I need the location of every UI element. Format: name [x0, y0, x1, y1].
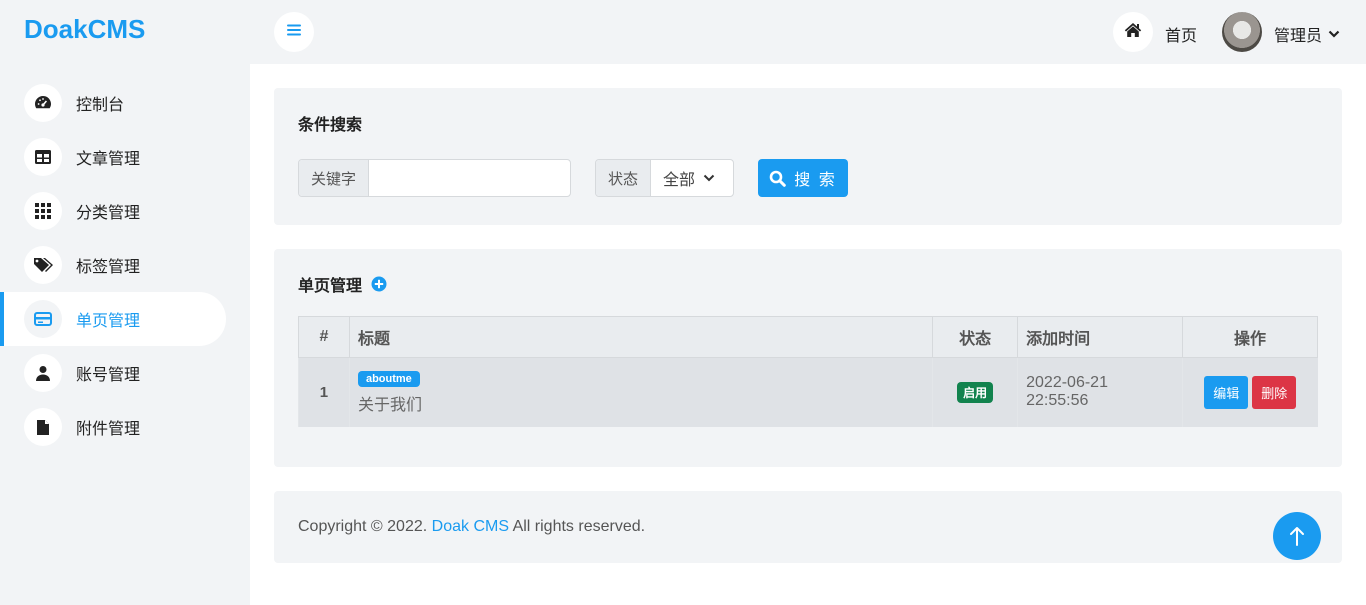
sidebar-item-label: 控制台 [76, 97, 125, 114]
tags-icon [24, 246, 62, 284]
sidebar-item-accounts[interactable]: 账号管理 [0, 346, 250, 400]
sidebar: DoakCMS 控制台 文章管理 分类管理 标签管理 单页管理 账号管理 附件管… [0, 0, 250, 605]
sidebar-item-label: 账号管理 [76, 367, 141, 384]
page-list-title: 单页管理 [298, 278, 363, 295]
delete-button[interactable]: 删除 [1252, 375, 1297, 409]
sidebar-item-tags[interactable]: 标签管理 [0, 238, 250, 292]
copyright-prefix: Copyright © 2022. [298, 518, 432, 535]
brand-logo[interactable]: DoakCMS [24, 14, 145, 45]
search-icon [769, 170, 787, 187]
row-added-time: 2022-06-21 22:55:56 [1017, 357, 1183, 427]
page-card-icon [24, 300, 62, 338]
table-row: 1 aboutme 关于我们 启用 2022-06-21 22:55:56 编辑… [298, 357, 1318, 427]
file-icon [24, 408, 62, 446]
search-card-title: 条件搜索 [298, 117, 363, 134]
column-header-actions: 操作 [1182, 316, 1318, 358]
home-link[interactable]: 首页 [1165, 22, 1197, 46]
add-circle-icon[interactable] [371, 276, 387, 292]
dashboard-icon [24, 84, 62, 122]
column-header-title: 标题 [348, 316, 934, 358]
arrow-up-icon [1289, 526, 1305, 546]
keyword-input[interactable] [369, 160, 568, 196]
sidebar-item-pages[interactable]: 单页管理 [0, 292, 226, 346]
edit-button[interactable]: 编辑 [1204, 375, 1249, 409]
sidebar-item-dashboard[interactable]: 控制台 [0, 76, 250, 130]
keyword-label: 关键字 [299, 160, 370, 196]
table-icon [24, 138, 62, 176]
sidebar-item-attachments[interactable]: 附件管理 [0, 400, 250, 454]
status-select-group: 状态 全部 [595, 159, 734, 197]
sidebar-item-label: 分类管理 [76, 205, 141, 222]
keyword-input-group: 关键字 [298, 159, 571, 197]
home-button[interactable] [1113, 12, 1153, 52]
user-menu[interactable]: 管理员 [1274, 22, 1340, 46]
search-button[interactable]: 搜 索 [758, 159, 848, 197]
footer-link[interactable]: Doak CMS [432, 518, 509, 535]
chevron-down-icon [1328, 30, 1340, 38]
sidebar-item-articles[interactable]: 文章管理 [0, 130, 250, 184]
search-button-label: 搜 索 [794, 172, 837, 189]
status-select-value: 全部 [663, 172, 696, 189]
status-badge: 启用 [957, 381, 994, 403]
sidebar-item-label: 单页管理 [76, 313, 141, 330]
page-table: # 标题 状态 添加时间 操作 1 aboutme 关于我们 启用 2022-0… [298, 316, 1318, 427]
menu-toggle-button[interactable] [274, 12, 314, 52]
column-header-status: 状态 [932, 316, 1019, 358]
topbar: 首页 管理员 [250, 0, 1366, 64]
chevron-down-icon [703, 174, 715, 182]
footer: Copyright © 2022. Doak CMS All rights re… [274, 491, 1342, 563]
sidebar-nav: 控制台 文章管理 分类管理 标签管理 单页管理 账号管理 附件管理 [0, 76, 250, 454]
table-header-row: # 标题 状态 添加时间 操作 [298, 316, 1318, 358]
home-icon [1124, 22, 1142, 43]
sidebar-item-label: 文章管理 [76, 151, 141, 168]
row-status-cell: 启用 [932, 357, 1018, 427]
slug-tag: aboutme [357, 371, 420, 388]
page-list-card: 单页管理 # 标题 状态 添加时间 操作 1 aboutme 关于我们 启用 2… [274, 249, 1342, 467]
sidebar-item-label: 附件管理 [76, 421, 141, 438]
avatar[interactable] [1222, 12, 1262, 52]
page-list-header: 单页管理 [298, 272, 387, 296]
status-select[interactable]: 全部 [651, 160, 727, 196]
sidebar-item-categories[interactable]: 分类管理 [0, 184, 250, 238]
column-header-id: # [298, 316, 350, 358]
search-card: 条件搜索 关键字 状态 全部 搜 索 [274, 88, 1342, 225]
user-icon [24, 354, 62, 392]
user-name: 管理员 [1274, 28, 1323, 45]
copyright-suffix: All rights reserved. [509, 518, 646, 535]
row-title: 关于我们 [357, 397, 422, 415]
back-to-top-button[interactable] [1273, 512, 1321, 560]
copyright-text: Copyright © 2022. Doak CMS All rights re… [298, 518, 645, 536]
sidebar-item-label: 标签管理 [76, 259, 141, 276]
status-label: 状态 [596, 160, 652, 196]
grid-icon [24, 192, 62, 230]
row-title-cell: aboutme 关于我们 [348, 357, 933, 427]
row-actions-cell: 编辑 删除 [1182, 357, 1318, 427]
row-id: 1 [298, 357, 350, 427]
column-header-added: 添加时间 [1017, 316, 1183, 358]
hamburger-icon [286, 23, 302, 42]
